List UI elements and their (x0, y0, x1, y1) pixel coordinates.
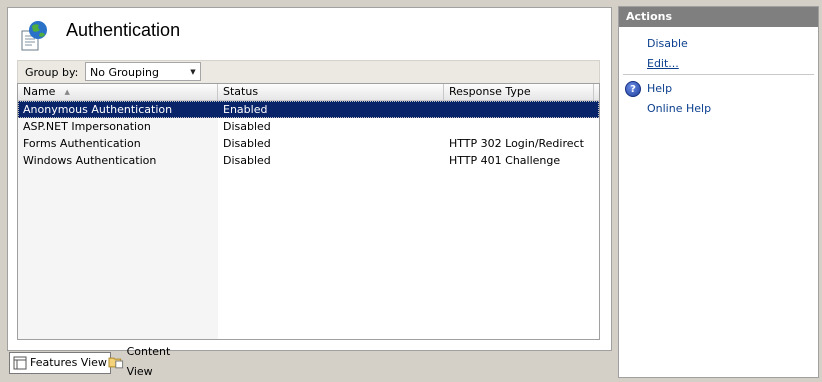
table-row[interactable]: ASP.NET Impersonation Disabled (18, 118, 599, 135)
cell-response-type (444, 101, 599, 118)
column-header-status[interactable]: Status (218, 84, 444, 100)
action-help[interactable]: Help (647, 82, 672, 95)
content-view-icon (108, 357, 124, 369)
action-online-help[interactable]: Online Help (647, 102, 711, 115)
table-row[interactable]: Anonymous Authentication Enabled (18, 101, 599, 118)
tab-content-view[interactable]: Content View (105, 345, 201, 378)
page-title: Authentication (66, 20, 181, 40)
action-disable[interactable]: Disable (647, 37, 688, 50)
help-icon[interactable]: ? (625, 81, 641, 97)
group-by-toolbar: Group by: No Grouping ▼ (17, 60, 600, 84)
cell-status: Disabled (223, 120, 271, 133)
cell-name: Anonymous Authentication (23, 103, 173, 116)
cell-response-type: HTTP 401 Challenge (449, 154, 561, 167)
column-header-response-type[interactable]: Response Type (444, 84, 594, 100)
sort-ascending-icon: ▲ (64, 88, 70, 96)
cell-status: Enabled (223, 103, 268, 116)
features-grid: Name ▲ Status Response Type Anonymous Aut… (17, 83, 600, 340)
dropdown-arrow-icon[interactable]: ▼ (186, 63, 200, 80)
features-panel: Authentication Group by: No Grouping ▼ N… (7, 7, 612, 351)
column-header-name[interactable]: Name ▲ (18, 84, 218, 100)
group-by-value: No Grouping (90, 66, 159, 79)
cell-name: ASP.NET Impersonation (23, 120, 151, 133)
tab-features-view[interactable]: Features View (9, 352, 111, 374)
actions-panel: Actions Disable Edit... ? Help Online He… (618, 6, 819, 378)
cell-name: Windows Authentication (23, 154, 157, 167)
group-by-label: Group by: (25, 66, 79, 79)
cell-status: Disabled (223, 137, 271, 150)
table-row[interactable]: Windows Authentication Disabled HTTP 401… (18, 152, 599, 169)
cell-name: Forms Authentication (23, 137, 141, 150)
actions-divider (623, 74, 814, 75)
cell-response-type (444, 118, 599, 135)
cell-response-type: HTTP 302 Login/Redirect (449, 137, 584, 150)
features-view-icon (13, 356, 27, 370)
grid-header: Name ▲ Status Response Type (18, 84, 599, 101)
table-row[interactable]: Forms Authentication Disabled HTTP 302 L… (18, 135, 599, 152)
tab-content-label: Content View (126, 345, 171, 378)
actions-header: Actions (619, 7, 818, 27)
group-by-dropdown[interactable]: No Grouping ▼ (85, 62, 201, 81)
tab-features-label: Features View (30, 356, 107, 369)
authentication-globe-icon (21, 21, 47, 51)
cell-status: Disabled (223, 154, 271, 167)
action-edit[interactable]: Edit... (647, 57, 679, 70)
